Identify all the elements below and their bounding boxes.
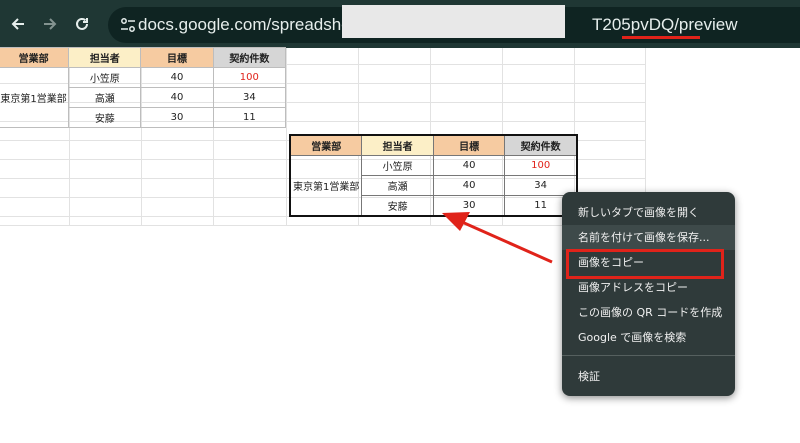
menu-item-label: 名前を付けて画像を保存... (578, 231, 710, 244)
menu-item-label: 新しいタブで画像を開く (578, 206, 699, 219)
menu-item-save-image-as[interactable]: 名前を付けて画像を保存... (562, 225, 735, 250)
menu-item-label: 検証 (578, 370, 600, 383)
copy-image-highlight-box (566, 249, 724, 279)
menu-item-inspect[interactable]: 検証 (562, 364, 735, 389)
menu-item-create-qr-code[interactable]: この画像の QR コードを作成 (562, 300, 735, 325)
context-menu: 新しいタブで画像を開く 名前を付けて画像を保存... 画像をコピー 画像アドレス… (562, 192, 735, 396)
menu-item-label: Google で画像を検索 (578, 331, 687, 344)
menu-item-search-image-google[interactable]: Google で画像を検索 (562, 325, 735, 350)
arrow-shaft (461, 220, 553, 264)
menu-item-label: この画像の QR コードを作成 (578, 306, 723, 319)
arrow-head (442, 212, 470, 231)
menu-item-open-image-new-tab[interactable]: 新しいタブで画像を開く (562, 200, 735, 225)
menu-separator (562, 355, 735, 356)
